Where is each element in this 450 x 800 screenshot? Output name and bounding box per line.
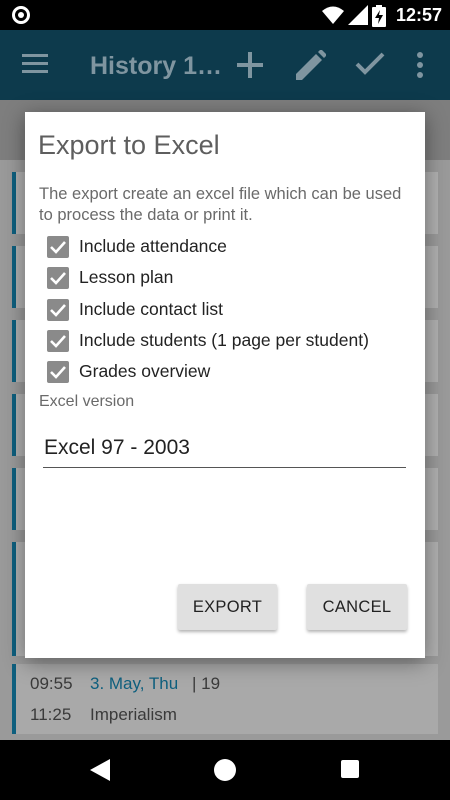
check-icon[interactable] (355, 52, 385, 76)
checkbox-checked-icon[interactable] (47, 361, 69, 383)
signal-icon (348, 5, 368, 25)
checkbox-label: Include attendance (79, 236, 227, 256)
cancel-button[interactable]: CANCEL (307, 584, 407, 630)
excel-version-select[interactable]: Excel 97 - 2003 (43, 430, 406, 468)
recent-apps-icon[interactable] (341, 760, 359, 778)
checkbox-checked-icon[interactable] (47, 330, 69, 352)
checkbox-label: Grades overview (79, 361, 211, 381)
export-dialog: Export to Excel The export create an exc… (25, 112, 425, 658)
app-title: History 1… (90, 52, 222, 80)
excel-version-value: Excel 97 - 2003 (44, 436, 190, 459)
clock: 12:57 (396, 5, 443, 25)
notification-circle-icon (12, 6, 30, 24)
checkbox-checked-icon[interactable] (47, 299, 69, 321)
system-nav-bar (0, 740, 450, 800)
excel-version-label: Excel version (39, 393, 135, 410)
lesson-date: 3. May, Thu (90, 674, 179, 693)
battery-charging-icon (372, 5, 386, 27)
checkbox-label: Include contact list (79, 299, 223, 319)
app-bar: History 1… (0, 30, 450, 100)
more-vert-icon[interactable] (416, 52, 424, 78)
menu-icon[interactable] (22, 54, 48, 74)
export-button[interactable]: EXPORT (178, 584, 277, 630)
dialog-description: The export create an excel file which ca… (39, 185, 402, 224)
lesson-subject: Imperialism (90, 705, 177, 724)
checkbox-checked-icon[interactable] (47, 236, 69, 258)
add-icon[interactable] (237, 52, 263, 78)
wifi-icon (322, 6, 344, 24)
checkbox-checked-icon[interactable] (47, 267, 69, 289)
lesson-number: | 19 (192, 674, 221, 693)
status-bar: 12:57 (0, 0, 450, 30)
dialog-title: Export to Excel (38, 130, 220, 160)
checkbox-label: Include students (1 page per student) (79, 330, 369, 350)
lesson-end-time: 11:25 (30, 705, 72, 724)
lesson-start-time: 09:55 (30, 674, 73, 693)
back-icon[interactable] (90, 759, 110, 781)
checkbox-label: Lesson plan (79, 267, 174, 287)
edit-icon[interactable] (294, 50, 326, 82)
home-icon[interactable] (214, 759, 236, 781)
lesson-card[interactable]: 09:55 3. May, Thu | 19 11:25 Imperialism (12, 664, 438, 734)
